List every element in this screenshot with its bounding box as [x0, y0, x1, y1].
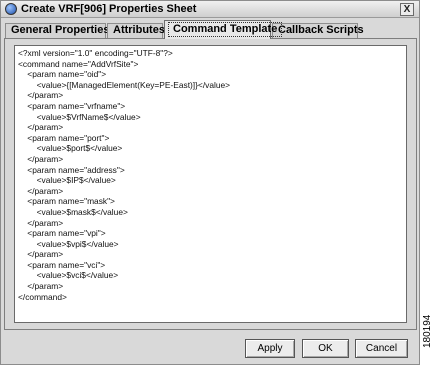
command-template-editor[interactable]: <?xml version="1.0" encoding="UTF-8"?> <c…	[14, 45, 407, 323]
template-line: <param name="oid">	[18, 69, 107, 80]
tab-callback-scripts[interactable]: Callback Scripts	[272, 23, 364, 38]
properties-sheet-dialog: Create VRF[906] Properties Sheet X Gener…	[0, 0, 420, 365]
tab-label: Attributes	[113, 24, 165, 36]
template-line: <param name="vci">	[18, 259, 106, 270]
tab-label: Command Template	[168, 22, 283, 37]
template-line: <value>$IP$</value>	[18, 175, 116, 186]
title-bar[interactable]: Create VRF[906] Properties Sheet X	[1, 1, 419, 18]
template-line: <value>$vci$</value>	[18, 270, 119, 281]
template-line: <?xml version="1.0" encoding="UTF-8"?>	[18, 48, 173, 58]
tab-general-properties[interactable]: General Properties	[5, 23, 110, 38]
apply-button[interactable]: Apply	[245, 339, 295, 358]
template-line: </param>	[18, 281, 64, 292]
template-line: <param name="vpi">	[18, 228, 106, 239]
template-line: </param>	[18, 249, 64, 260]
template-line: </param>	[18, 90, 64, 101]
template-line: <value>$mask$</value>	[18, 206, 128, 217]
figure-id: 180194	[422, 314, 433, 348]
template-line: <param name="mask">	[18, 196, 115, 207]
template-line: <command name="AddVrfSite">	[18, 58, 139, 69]
command-template-panel: <?xml version="1.0" encoding="UTF-8"?> <c…	[4, 38, 417, 330]
template-line: </param>	[18, 217, 64, 228]
tab-attributes[interactable]: Attributes	[107, 23, 165, 38]
template-line: </param>	[18, 153, 64, 164]
template-line: <value>$vpi$</value>	[18, 238, 119, 249]
window-title: Create VRF[906] Properties Sheet	[21, 3, 197, 15]
template-line: </param>	[18, 122, 64, 133]
template-line: <value>$VrfName$</value>	[18, 111, 141, 122]
template-line: </command>	[18, 291, 67, 302]
template-line: <param name="vrfname">	[18, 100, 126, 111]
template-line: <param name="address">	[18, 164, 125, 175]
template-line: <value>$port$</value>	[18, 143, 123, 154]
tab-label: Callback Scripts	[278, 24, 364, 36]
app-icon	[5, 3, 17, 15]
template-line: <param name="port">	[18, 132, 110, 143]
template-line: <value>{[ManagedElement(Key=PE-East)]}</…	[18, 79, 231, 90]
ok-button[interactable]: OK	[302, 339, 349, 358]
tab-command-template[interactable]: Command Template	[164, 20, 283, 39]
template-line: </param>	[18, 185, 64, 196]
cancel-button[interactable]: Cancel	[355, 339, 408, 358]
tab-label: General Properties	[11, 24, 110, 36]
close-button[interactable]: X	[400, 3, 414, 16]
